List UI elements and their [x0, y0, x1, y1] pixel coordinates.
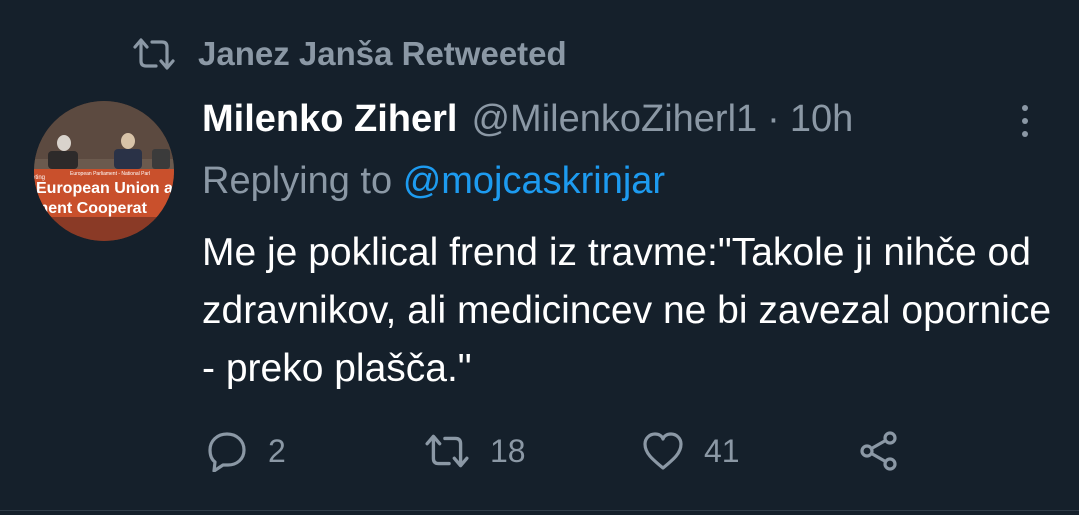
more-dot [1022, 118, 1028, 124]
retweet-context[interactable]: Janez Janša Retweeted [132, 34, 567, 74]
divider [0, 510, 1079, 511]
avatar-image: European Parliament - National Parl etin… [34, 101, 174, 241]
share-button[interactable] [858, 425, 900, 477]
heart-icon [643, 432, 683, 470]
display-name[interactable]: Milenko Ziherl [202, 98, 457, 141]
replying-to: Replying to @mojcaskrinjar [202, 160, 665, 203]
more-dot [1022, 105, 1028, 111]
replying-prefix: Replying to [202, 160, 393, 202]
share-icon [860, 431, 897, 471]
like-count: 41 [704, 432, 740, 469]
avatar-banner-line1: European Union a [36, 180, 173, 197]
reply-icon [208, 432, 246, 472]
like-button[interactable]: 41 [642, 425, 740, 477]
more-icon[interactable] [1012, 98, 1038, 144]
avatar[interactable]: European Parliament - National Parl etin… [34, 101, 174, 241]
separator-dot: · [767, 97, 780, 140]
retweet-count: 18 [490, 432, 526, 469]
replying-handle[interactable]: @mojcaskrinjar [403, 160, 665, 202]
retweet-icon [133, 38, 175, 70]
timestamp[interactable]: 10h [790, 98, 853, 141]
reply-button[interactable]: 2 [206, 425, 286, 477]
retweet-button[interactable]: 18 [424, 425, 526, 477]
retweet-icon [425, 434, 469, 468]
tweet[interactable]: Janez Janša Retweeted European Parliamen… [0, 0, 1079, 515]
tweet-text: Me je poklical frend iz travme:"Takole j… [202, 231, 1052, 390]
user-handle[interactable]: @MilenkoZiherl1 [471, 98, 757, 141]
avatar-banner-line2: ment Cooperat [34, 200, 148, 217]
action-bar: 2 18 41 [202, 425, 922, 477]
more-dot [1022, 131, 1028, 137]
reply-count: 2 [268, 432, 286, 469]
retweet-label[interactable]: Janez Janša Retweeted [198, 35, 567, 73]
avatar-banner-header: European Parliament - National Parl [70, 171, 150, 177]
tweet-header: Milenko Ziherl @MilenkoZiherl1 · 10h [202, 96, 853, 142]
